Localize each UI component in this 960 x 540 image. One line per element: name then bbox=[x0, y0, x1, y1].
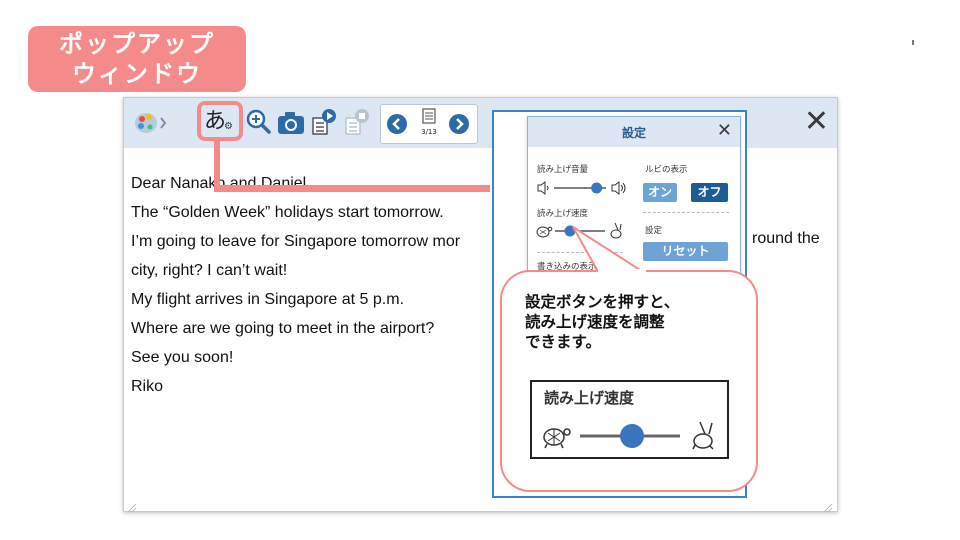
settings-title: 設定 bbox=[621, 126, 646, 140]
page-indicator[interactable]: 3/13 bbox=[417, 108, 441, 136]
prev-page-icon[interactable] bbox=[386, 113, 408, 139]
title-line-2: ウィンドウ bbox=[72, 60, 202, 88]
corner-mark bbox=[912, 40, 914, 45]
callout-text: 設定ボタンを押すと、 読み上げ速度を調整 できます。 bbox=[525, 292, 679, 352]
speed-zoom-slider bbox=[542, 420, 722, 456]
read-aloud-icon[interactable] bbox=[311, 108, 337, 140]
reset-button[interactable]: リセット bbox=[643, 242, 728, 261]
letter-line-overflow: round the bbox=[752, 230, 820, 247]
settings-header: 設定 ✕ bbox=[528, 117, 740, 147]
page-icon bbox=[422, 108, 436, 124]
rabbit-icon bbox=[692, 421, 714, 450]
resize-grip-right-icon[interactable] bbox=[823, 498, 833, 517]
volume-slider[interactable] bbox=[536, 180, 628, 200]
callout-line: 読み上げ速度を調整 bbox=[525, 313, 665, 331]
speed-zoom-knob bbox=[620, 424, 644, 448]
resize-grip-left-icon[interactable] bbox=[127, 498, 137, 517]
settings-close-button[interactable]: ✕ bbox=[717, 120, 732, 141]
title-line-1: ポップアップ bbox=[59, 30, 215, 58]
ruby-off-button[interactable]: オフ bbox=[691, 183, 728, 202]
callout-seam bbox=[598, 269, 646, 273]
close-window-button[interactable]: ✕ bbox=[804, 104, 829, 140]
turtle-icon bbox=[543, 428, 571, 449]
palette-icon[interactable] bbox=[134, 110, 168, 140]
page-number: 3/13 bbox=[421, 128, 437, 136]
divider bbox=[643, 212, 729, 213]
read-aloud-stop-icon[interactable] bbox=[344, 108, 370, 140]
zoom-in-icon[interactable] bbox=[245, 108, 273, 140]
next-page-icon[interactable] bbox=[448, 113, 470, 139]
speed-label: 読み上げ速度 bbox=[537, 209, 589, 219]
ruby-on-button[interactable]: オン bbox=[643, 183, 677, 202]
highlight-connector bbox=[214, 185, 490, 192]
volume-knob bbox=[591, 182, 603, 194]
title-badge: ポップアップ ウィンドウ bbox=[28, 26, 246, 92]
volume-label: 読み上げ音量 bbox=[537, 165, 589, 175]
ruby-label: ルビの表示 bbox=[645, 165, 688, 175]
callout-line: 設定ボタンを押すと、 bbox=[525, 293, 680, 311]
camera-icon[interactable] bbox=[277, 111, 305, 139]
speed-zoom-box: 読み上げ速度 bbox=[530, 380, 729, 459]
page-navigation: 3/13 bbox=[380, 104, 478, 144]
turtle-icon bbox=[536, 226, 553, 238]
speed-zoom-label: 読み上げ速度 bbox=[544, 389, 635, 407]
highlight-box bbox=[197, 101, 243, 141]
callout-line: できます。 bbox=[525, 333, 601, 351]
